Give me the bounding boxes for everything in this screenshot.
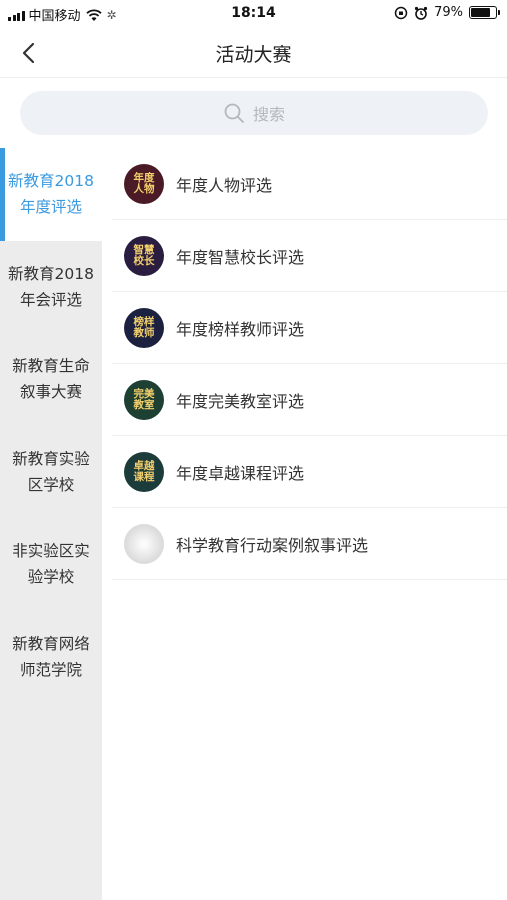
list-item-model-teacher[interactable]: 榜样 教师 年度榜样教师评选	[112, 292, 507, 364]
sidebar-item-label: 新教育2018 年度评选	[8, 172, 94, 217]
status-right: 79%	[394, 5, 500, 20]
search-area: 搜索	[0, 78, 507, 148]
list-item-excellent-course[interactable]: 卓越 课程 年度卓越课程评选	[112, 436, 507, 508]
search-icon	[224, 103, 244, 123]
status-bar: 中国移动 ✲ 18:14 79%	[0, 0, 507, 28]
chevron-left-icon	[22, 42, 35, 64]
sidebar-item-online-normal-college[interactable]: 新教育网络 师范学院	[0, 611, 102, 704]
battery-icon	[469, 6, 500, 19]
perfect-classroom-badge-icon: 完美 教室	[124, 379, 164, 420]
back-button[interactable]	[12, 36, 46, 70]
list-item-annual-person[interactable]: 年度 人物 年度人物评选	[112, 148, 507, 220]
badge-text-line: 智慧	[133, 243, 155, 256]
battery-fill	[471, 8, 490, 17]
badge-text-line: 卓越	[133, 459, 155, 472]
list-item-label: 年度完美教室评选	[176, 391, 305, 411]
list-item-perfect-classroom[interactable]: 完美 教室 年度完美教室评选	[112, 364, 507, 436]
sidebar-item-experimental-schools[interactable]: 新教育实验 区学校	[0, 426, 102, 519]
badge-text-line: 教师	[133, 326, 155, 339]
search-input[interactable]: 搜索	[20, 91, 488, 135]
science-education-badge-icon	[124, 523, 164, 564]
alarm-icon	[414, 6, 428, 20]
list-item-label: 年度卓越课程评选	[176, 463, 305, 483]
sidebar-item-label: 非实验区实 验学校	[12, 542, 90, 587]
page-title: 活动大赛	[215, 44, 292, 66]
activity-list: 年度 人物 年度人物评选 智慧 校长 年度智慧校长评选 榜样 教师 年度榜样教师…	[112, 148, 507, 580]
badge-text-line: 年度	[133, 171, 155, 184]
list-item-wise-principal[interactable]: 智慧 校长 年度智慧校长评选	[112, 220, 507, 292]
battery-percent: 79%	[434, 5, 463, 20]
nav-bar: 活动大赛	[0, 28, 507, 78]
list-item-label: 年度榜样教师评选	[176, 319, 305, 339]
list-item-science-education-case[interactable]: 科学教育行动案例叙事评选	[112, 508, 507, 580]
sidebar-item-label: 新教育2018 年会评选	[8, 264, 94, 309]
sidebar-item-label: 新教育生命 叙事大赛	[12, 357, 90, 402]
sidebar-item-annual-meeting-2018[interactable]: 新教育2018 年会评选	[0, 241, 102, 334]
excellent-course-badge-icon: 卓越 课程	[124, 451, 164, 492]
badge-text-line: 榜样	[133, 315, 155, 328]
badge-text-line: 人物	[133, 182, 155, 195]
sidebar-item-label: 新教育网络 师范学院	[12, 634, 90, 679]
badge-text-line: 教室	[133, 398, 155, 411]
sidebar-item-annual-selection-2018[interactable]: 新教育2018 年度评选	[0, 148, 102, 241]
badge-text-line: 完美	[133, 387, 155, 400]
wise-principal-badge-icon: 智慧 校长	[124, 235, 164, 276]
orientation-lock-icon	[394, 6, 408, 19]
list-item-label: 年度智慧校长评选	[176, 247, 305, 267]
search-placeholder: 搜索	[252, 105, 285, 124]
category-sidebar: 新教育2018 年度评选 新教育2018 年会评选 新教育生命 叙事大赛 新教育…	[0, 148, 102, 900]
badge-text-line: 校长	[133, 254, 155, 267]
model-teacher-badge-icon: 榜样 教师	[124, 307, 164, 348]
list-item-label: 科学教育行动案例叙事评选	[176, 535, 369, 555]
list-item-label: 年度人物评选	[176, 175, 273, 195]
sidebar-item-life-narrative-contest[interactable]: 新教育生命 叙事大赛	[0, 333, 102, 426]
annual-person-badge-icon: 年度 人物	[124, 163, 164, 204]
badge-text-line: 课程	[133, 470, 155, 483]
sidebar-item-label: 新教育实验 区学校	[12, 449, 90, 494]
sidebar-item-non-experimental-schools[interactable]: 非实验区实 验学校	[0, 518, 102, 611]
